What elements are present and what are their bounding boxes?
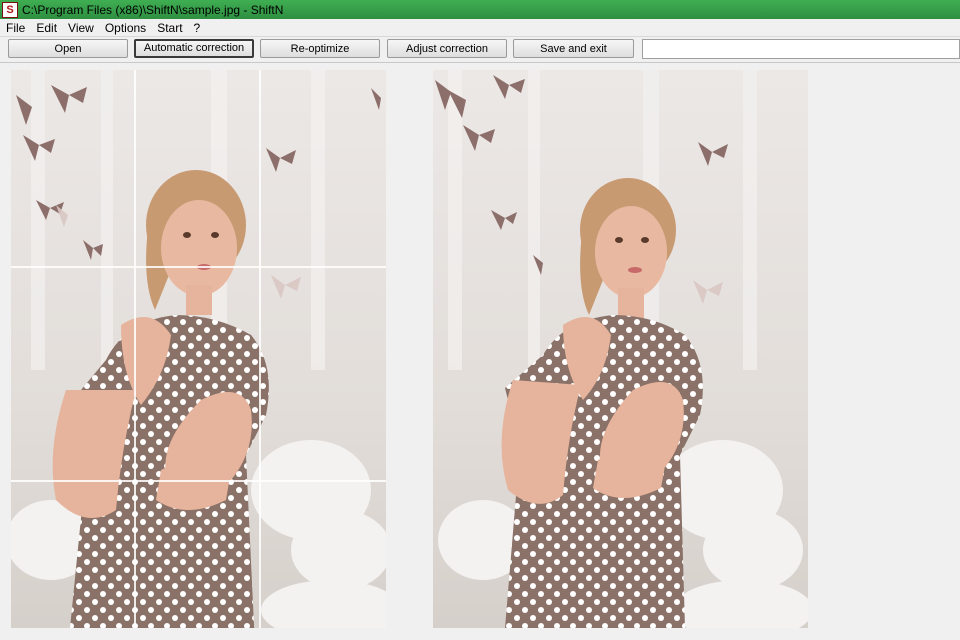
menu-start[interactable]: Start	[151, 21, 187, 35]
menu-bar: File Edit View Options Start ?	[0, 19, 960, 37]
window-title: C:\Program Files (x86)\ShiftN\sample.jpg…	[22, 2, 284, 17]
grid-line-h1	[11, 266, 386, 268]
corrected-photo	[433, 70, 808, 628]
grid-line-v1	[134, 70, 136, 628]
open-button[interactable]: Open	[8, 39, 128, 58]
corrected-image-pane[interactable]	[433, 70, 808, 628]
original-image-pane[interactable]	[11, 70, 386, 628]
menu-edit[interactable]: Edit	[30, 21, 62, 35]
save-and-exit-button[interactable]: Save and exit	[513, 39, 634, 58]
automatic-correction-button[interactable]: Automatic correction	[134, 39, 254, 58]
adjust-correction-button[interactable]: Adjust correction	[387, 39, 507, 58]
reoptimize-button[interactable]: Re-optimize	[260, 39, 380, 58]
grid-line-v2	[259, 70, 261, 628]
toolbar: Open Automatic correction Re-optimize Ad…	[0, 37, 960, 61]
status-field	[642, 39, 960, 59]
menu-file[interactable]: File	[0, 21, 30, 35]
menu-options[interactable]: Options	[99, 21, 151, 35]
original-photo	[11, 70, 386, 628]
title-bar: S C:\Program Files (x86)\ShiftN\sample.j…	[0, 0, 960, 19]
menu-help[interactable]: ?	[188, 21, 206, 35]
grid-line-h2	[11, 480, 386, 482]
menu-view[interactable]: View	[62, 21, 99, 35]
app-icon[interactable]: S	[2, 1, 18, 18]
content-divider	[0, 62, 960, 63]
